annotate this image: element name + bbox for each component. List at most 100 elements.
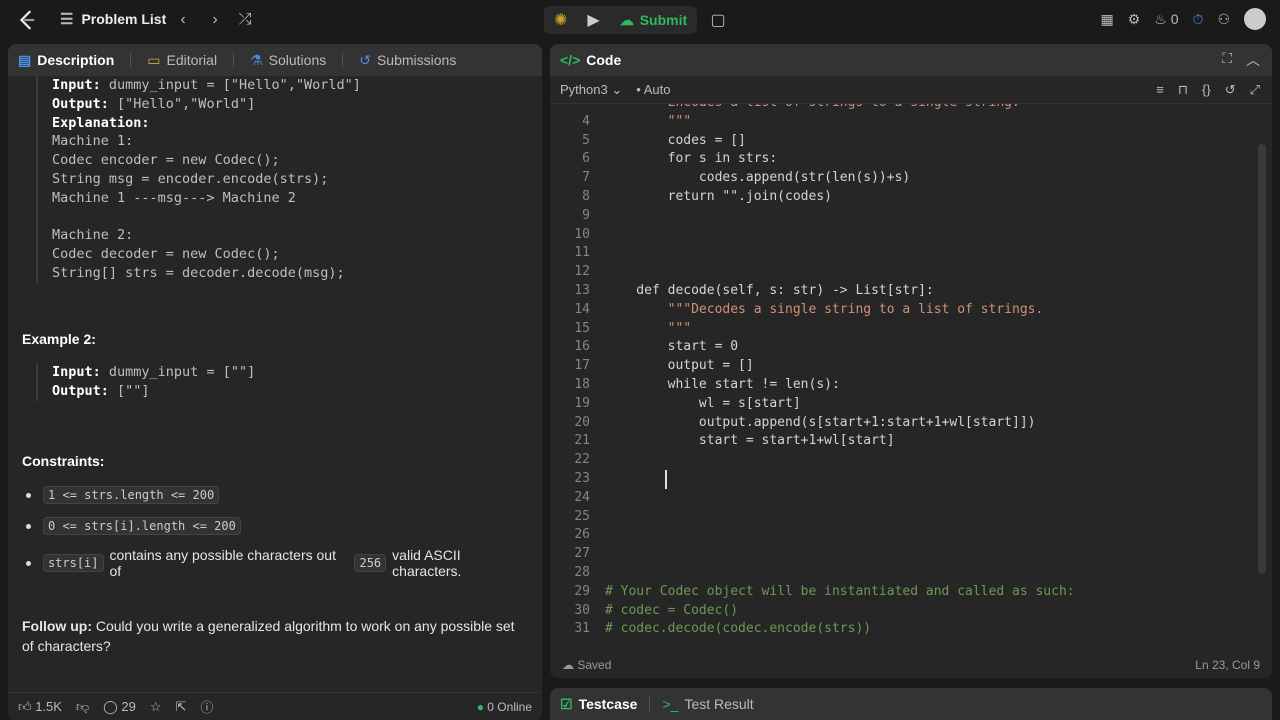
example-2-heading: Example 2: bbox=[22, 331, 96, 347]
follow-up-text: Could you write a generalized algorithm … bbox=[22, 618, 515, 654]
example-line: Machine 1: bbox=[52, 132, 361, 151]
code-line: 16 start = 0 bbox=[550, 338, 1256, 357]
example-2-block: Input: dummy_input = [""] Output: [""] bbox=[36, 363, 255, 401]
tab-divider bbox=[649, 697, 651, 711]
next-problem-icon[interactable]: › bbox=[205, 10, 225, 30]
share-icon[interactable]: ⇱ bbox=[175, 699, 186, 715]
shuffle-icon[interactable]: ⤮ bbox=[235, 10, 255, 30]
code-text: output.append(s[start+1:start+1+wl[start… bbox=[605, 414, 1036, 430]
tab-label: Description bbox=[37, 52, 115, 68]
streak-counter[interactable]: ♨ 0 bbox=[1154, 11, 1178, 28]
line-number: 21 bbox=[574, 433, 590, 449]
submit-button[interactable]: ☁ Submit bbox=[610, 6, 697, 34]
code-line: 5 codes = [] bbox=[550, 132, 1256, 151]
debug-button[interactable]: ✺ bbox=[544, 6, 577, 34]
line-number: 8 bbox=[582, 189, 590, 204]
comment-icon: ◯ bbox=[103, 698, 118, 714]
line-number: 13 bbox=[574, 283, 590, 298]
star-icon[interactable]: ☆ bbox=[150, 699, 162, 715]
code-line: 20 output.append(s[start+1:start+1+wl[st… bbox=[550, 414, 1256, 433]
play-icon: ▶ bbox=[587, 12, 600, 29]
notes-icon[interactable]: ▢ bbox=[708, 10, 728, 30]
streak-count: 0 bbox=[1170, 10, 1179, 27]
line-number: 7 bbox=[582, 170, 590, 186]
code-editor[interactable]: Encodes a list of strings to a single st… bbox=[550, 104, 1256, 652]
tab-test-result[interactable]: >_ Test Result bbox=[662, 696, 753, 712]
code-line: 18 while start != len(s): bbox=[550, 376, 1256, 395]
avatar[interactable] bbox=[1244, 8, 1266, 30]
code-line: Encodes a list of strings to a single st… bbox=[550, 104, 1256, 113]
code-header: </> Code ⛶ ︿ bbox=[550, 44, 1272, 76]
collapse-icon[interactable]: ︿ bbox=[1246, 50, 1260, 70]
code-line: 4 """ bbox=[550, 113, 1256, 132]
line-number: 23 bbox=[574, 471, 590, 486]
code-line: 6 for s in strs: bbox=[550, 150, 1256, 169]
line-number: 24 bbox=[574, 489, 590, 505]
example-value: Codec decoder = new Codec(); bbox=[52, 246, 280, 263]
example-line bbox=[52, 208, 361, 227]
tab-solutions[interactable]: ⚗ Solutions bbox=[250, 52, 326, 69]
settings-gear-icon[interactable]: ⚙ bbox=[1128, 11, 1141, 28]
description-panel: ▤ Description ▭ Editorial ⚗ Solutions ↺ Subm… bbox=[8, 44, 542, 720]
layout-icon[interactable]: ▦ bbox=[1100, 11, 1113, 28]
tab-editorial[interactable]: ▭ Editorial bbox=[147, 52, 217, 69]
editor-scrollbar[interactable] bbox=[1258, 144, 1266, 574]
line-number: 11 bbox=[574, 245, 590, 261]
tab-submissions[interactable]: ↺ Submissions bbox=[359, 52, 456, 69]
maximize-icon[interactable]: ⛶ bbox=[1222, 50, 1232, 70]
comments-button[interactable]: ◯ 29 bbox=[103, 699, 136, 715]
example-value: String msg = encoder.encode(strs); bbox=[52, 170, 329, 187]
tab-testcase[interactable]: ☑ Testcase bbox=[560, 696, 637, 713]
online-status: ● 0 Online bbox=[477, 700, 532, 714]
constraint-text: contains any possible characters out of bbox=[109, 547, 336, 579]
reset-icon[interactable]: ↺ bbox=[1225, 82, 1236, 98]
line-number: 15 bbox=[574, 320, 590, 336]
chevron-down-icon: ⌄ bbox=[611, 81, 623, 97]
tab-label: Editorial bbox=[166, 52, 218, 68]
timer-icon[interactable]: ⏱ bbox=[1193, 11, 1204, 28]
example-line: Codec decoder = new Codec(); bbox=[52, 245, 361, 264]
code-line: 25 bbox=[550, 508, 1256, 527]
example-value: String[] strs = decoder.decode(msg); bbox=[52, 264, 345, 281]
code-chip: 1 <= strs.length <= 200 bbox=[43, 486, 220, 504]
run-toolbar: ✺ ▶ ☁ Submit bbox=[544, 6, 698, 34]
description-footer: 👍︎ 1.5K 👎︎ ◯ 29 ☆ ⇱ ⓘ ● 0 Online bbox=[8, 692, 542, 720]
code-text: wl = s[start] bbox=[605, 395, 801, 411]
bookmark-icon[interactable]: ⊓ bbox=[1178, 82, 1188, 98]
tab-divider bbox=[233, 53, 235, 67]
add-user-icon[interactable]: ⚇ bbox=[1217, 11, 1230, 28]
language-label: Python3 bbox=[560, 81, 608, 97]
leetcode-logo-icon[interactable] bbox=[16, 9, 38, 31]
example-line: String[] strs = decoder.decode(msg); bbox=[52, 264, 361, 283]
run-button[interactable]: ▶ bbox=[577, 6, 609, 34]
code-line: 17 output = [] bbox=[550, 357, 1256, 376]
fullscreen-icon[interactable]: ⤢ bbox=[1250, 82, 1260, 98]
problem-list-button[interactable]: ☰ Problem List bbox=[60, 10, 166, 28]
previous-problem-icon[interactable]: ‹ bbox=[173, 10, 193, 30]
format-icon[interactable]: ≡ bbox=[1156, 82, 1164, 98]
code-text: """ bbox=[605, 113, 692, 129]
like-button[interactable]: 👍︎ 1.5K bbox=[18, 699, 62, 715]
dislike-icon[interactable]: 👎︎ bbox=[76, 699, 89, 715]
line-number: 22 bbox=[574, 452, 590, 468]
example-key: Input: bbox=[52, 77, 101, 93]
line-number: 18 bbox=[574, 377, 590, 392]
example-line: String msg = encoder.encode(strs); bbox=[52, 170, 361, 189]
tab-description[interactable]: ▤ Description bbox=[18, 52, 114, 69]
code-text: """ bbox=[605, 320, 692, 336]
code-text: start = start+1+wl[start] bbox=[605, 433, 895, 449]
language-select[interactable]: Python3 ⌄ bbox=[560, 82, 622, 98]
top-bar: ☰ Problem List ‹ › ⤮ ✺ ▶ ☁ Submit ▢ ▦ ⚙ … bbox=[0, 0, 1280, 40]
code-text: output = [] bbox=[605, 358, 754, 374]
tab-divider bbox=[130, 53, 132, 67]
line-number: 29 bbox=[574, 583, 590, 599]
code-line: 10 bbox=[550, 226, 1256, 245]
example-line: Explanation: bbox=[52, 114, 361, 133]
help-icon[interactable]: ⓘ bbox=[200, 697, 213, 716]
testcase-tabs: ☑ Testcase >_ Test Result bbox=[550, 688, 1272, 720]
comment-count: 29 bbox=[121, 698, 136, 714]
line-number: 5 bbox=[582, 132, 590, 148]
braces-icon[interactable]: {} bbox=[1202, 82, 1211, 98]
auto-mode[interactable]: • Auto bbox=[636, 82, 670, 97]
saved-label: Saved bbox=[577, 658, 612, 672]
